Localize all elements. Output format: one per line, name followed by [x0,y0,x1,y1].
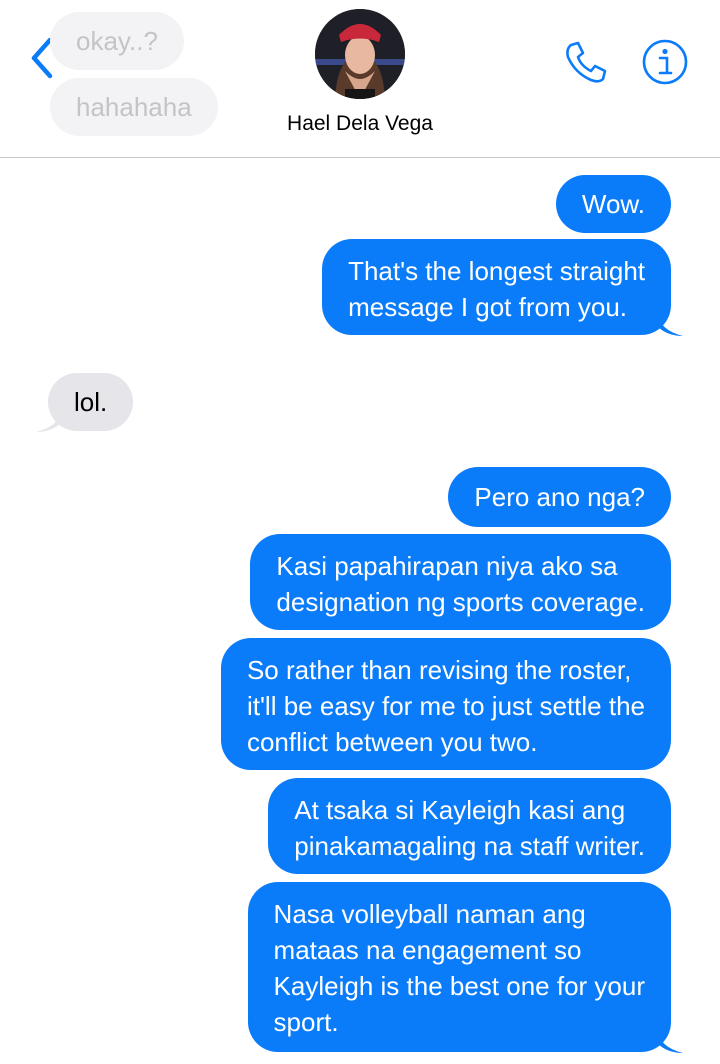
message-line: it'll be easy for me to just settle the [246,691,645,721]
message-line: sport. [273,1007,339,1037]
message-line: designation ng sports coverage. [276,587,645,617]
contact-name[interactable]: Hael Dela Vega [0,112,720,136]
message-line: pinakamagaling na staff writer. [294,831,645,861]
sent-message-bubble[interactable]: Pero ano nga? [448,467,671,527]
conversation-header: okay..? hahahaha Hael Dela Vega [0,0,720,158]
message-line: At tsaka si Kayleigh kasi ang [294,795,626,825]
message-line: lol. [74,387,108,417]
sent-message-bubble[interactable]: Wow. [555,175,671,233]
received-message-bubble[interactable]: lol. [36,373,134,432]
sent-message-bubble[interactable]: That's the longest straight message I go… [322,239,683,336]
info-button[interactable] [641,38,689,86]
message-line: Pero ano nga? [474,482,645,512]
sent-message-bubble[interactable]: Nasa volleyball naman ang mataas na enga… [247,882,683,1053]
phone-icon [566,41,607,83]
message-line: Kayleigh is the best one for your [273,971,645,1001]
previous-message-preview: okay..? [50,12,184,70]
call-button[interactable] [562,38,610,86]
info-icon [642,39,688,85]
message-line: Wow. [581,189,645,219]
bubble-tail [36,408,62,432]
bubble-tail [657,312,683,336]
message-line: That's the longest straight [348,256,645,286]
message-line: mataas na engagement so [273,935,582,965]
message-line: Nasa volleyball naman ang [273,899,586,929]
sent-message-bubble[interactable]: So rather than revising the roster, it'l… [220,638,671,770]
bubble-tail [657,1029,683,1053]
message-line: message I got from you. [348,292,627,322]
message-line: So rather than revising the roster, [246,655,632,685]
contact-photo [315,9,405,99]
message-line: conflict between you two. [246,727,538,757]
avatar[interactable] [315,9,405,99]
sent-message-bubble[interactable]: At tsaka si Kayleigh kasi ang pinakamaga… [268,778,671,874]
message-line: Kasi papahirapan niya ako sa [276,551,618,581]
sent-message-bubble[interactable]: Kasi papahirapan niya ako sa designation… [250,534,671,630]
